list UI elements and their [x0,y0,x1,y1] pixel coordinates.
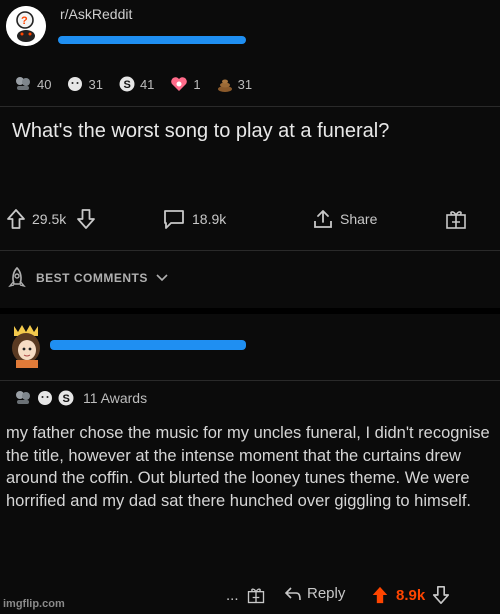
chevron-down-icon [156,274,168,282]
poop-award-icon [217,79,232,92]
imgflip-watermark: imgflip.com [3,598,65,610]
comment-body: my father chose the music for my uncles … [6,424,490,510]
share-icon [314,210,332,228]
redacted-username-bar [58,36,246,44]
svg-text:S: S [63,393,70,405]
comment-award-button[interactable] [246,585,266,605]
reply-label: Reply [307,585,346,602]
award-heart[interactable]: 1 [170,76,201,92]
reply-arrow-icon [284,586,301,600]
share-button[interactable]: Share [312,205,377,233]
vote-group: 29.5k [6,205,96,233]
commenter-avatar[interactable] [6,322,46,368]
awards-total-label: 11 Awards [83,390,148,406]
section-separator [0,308,500,314]
upvote-count: 29.5k [32,211,67,227]
upvote-arrow-icon[interactable] [370,585,390,605]
award-count: 40 [37,76,52,92]
wholesome-award-icon [68,77,83,91]
more-options-button[interactable]: ... [226,587,239,604]
divider [0,250,500,251]
wholesome-award-icon [38,391,52,405]
award-s[interactable]: S 41 [119,76,154,92]
silver-award-icon [16,77,30,90]
comment-count: 18.9k [192,211,227,227]
award-wholesome[interactable]: 31 [67,76,103,92]
award-poop[interactable]: 31 [217,76,252,92]
comment-sort-dropdown[interactable]: BEST COMMENTS [6,266,168,290]
silver-award-icon [16,391,30,404]
upvote-arrow-icon[interactable] [6,208,26,230]
comment-vote-group: 8.9k [370,585,451,605]
award-count: 31 [88,76,103,92]
reply-button[interactable]: Reply [284,585,345,602]
subreddit-name[interactable]: r/AskReddit [60,6,132,22]
award-button[interactable] [444,205,468,233]
award-silver[interactable]: 40 [14,76,51,92]
gift-icon [247,588,265,604]
comments-button[interactable]: 18.9k [162,205,226,233]
sort-label: BEST COMMENTS [36,271,148,285]
award-count: 41 [139,76,155,92]
share-label: Share [340,211,378,227]
award-count: 1 [193,76,201,92]
gift-icon [446,211,466,229]
divider [0,380,500,381]
svg-text:?: ? [21,15,28,27]
redacted-commenter-bar [50,340,246,350]
award-count: 31 [237,76,253,92]
s-award-icon: S [119,76,135,92]
comment-bubble-icon [164,210,184,229]
svg-text:S: S [123,79,130,91]
heart-award-icon [171,77,188,91]
rocket-icon [8,266,26,288]
divider [0,106,500,107]
comment-score: 8.9k [396,586,426,604]
post-title[interactable]: What's the worst song to play at a funer… [12,118,482,145]
post-actions-bar: 29.5k 18.9k Share [0,205,500,235]
downvote-arrow-icon[interactable] [431,585,451,605]
s-award-icon: S [58,390,74,406]
subreddit-avatar[interactable]: ? [6,6,46,46]
comment-awards-row[interactable]: S 11 Awards [14,390,147,406]
downvote-arrow-icon[interactable] [76,208,96,230]
comment-footer: ... Reply 8.9k [0,585,500,611]
post-awards-row[interactable]: 40 31 S 41 1 31 [14,76,262,92]
